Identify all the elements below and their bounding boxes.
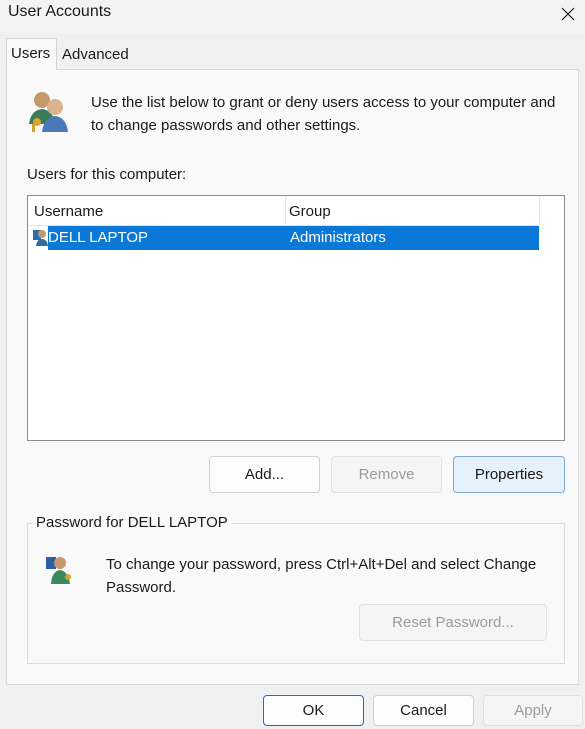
add-user-button[interactable]: Add... (209, 456, 320, 493)
reset-password-button-label: Reset Password... (392, 614, 514, 631)
tab-users-label: Users (11, 45, 51, 62)
password-group-legend: Password for DELL LAPTOP (32, 514, 232, 531)
users-tab-panel: Use the list below to grant or deny user… (6, 69, 579, 685)
users-list-label: Users for this computer: (27, 166, 187, 183)
row-group: Administrators (290, 229, 386, 246)
row-username: DELL LAPTOP (48, 229, 149, 246)
column-header-username[interactable]: Username (34, 203, 103, 220)
apply-button-label: Apply (514, 702, 552, 719)
ok-button-label: OK (302, 702, 325, 719)
column-header-group[interactable]: Group (289, 203, 331, 220)
users-icon (25, 88, 71, 138)
column-divider (285, 196, 286, 225)
tab-users[interactable]: Users (6, 38, 57, 70)
remove-user-button-label: Remove (358, 466, 415, 483)
properties-button-label: Properties (474, 466, 544, 483)
title-bar: User Accounts (0, 0, 585, 34)
add-user-button-label: Add... (244, 466, 285, 483)
remove-user-button[interactable]: Remove (331, 456, 442, 493)
window-title: User Accounts (8, 3, 112, 20)
user-icon (33, 229, 49, 251)
cancel-button[interactable]: Cancel (373, 695, 474, 726)
password-groupbox: Password for DELL LAPTOP To change your … (27, 514, 565, 664)
tab-advanced[interactable]: Advanced (58, 42, 133, 69)
users-listview[interactable]: Username Group DELL LAPTOP Administrator… (27, 195, 565, 441)
table-row[interactable]: DELL LAPTOP Administrators (33, 226, 539, 250)
password-help-text: To change your password, press Ctrl+Alt+… (106, 556, 537, 596)
reset-password-button[interactable]: Reset Password... (359, 604, 547, 641)
tab-strip: Users Advanced (0, 38, 585, 70)
properties-button[interactable]: Properties (453, 456, 565, 493)
column-divider (539, 196, 540, 225)
dialog-footer: OK Cancel Apply (0, 685, 585, 729)
close-button[interactable] (551, 0, 585, 28)
ok-button[interactable]: OK (263, 695, 364, 726)
cancel-button-label: Cancel (400, 702, 447, 719)
intro-text: Use the list below to grant or deny user… (91, 94, 556, 134)
close-icon (561, 7, 575, 21)
user-key-icon (46, 555, 76, 589)
tab-advanced-label: Advanced (62, 46, 129, 63)
list-header: Username Group (28, 196, 540, 226)
apply-button[interactable]: Apply (483, 695, 583, 726)
